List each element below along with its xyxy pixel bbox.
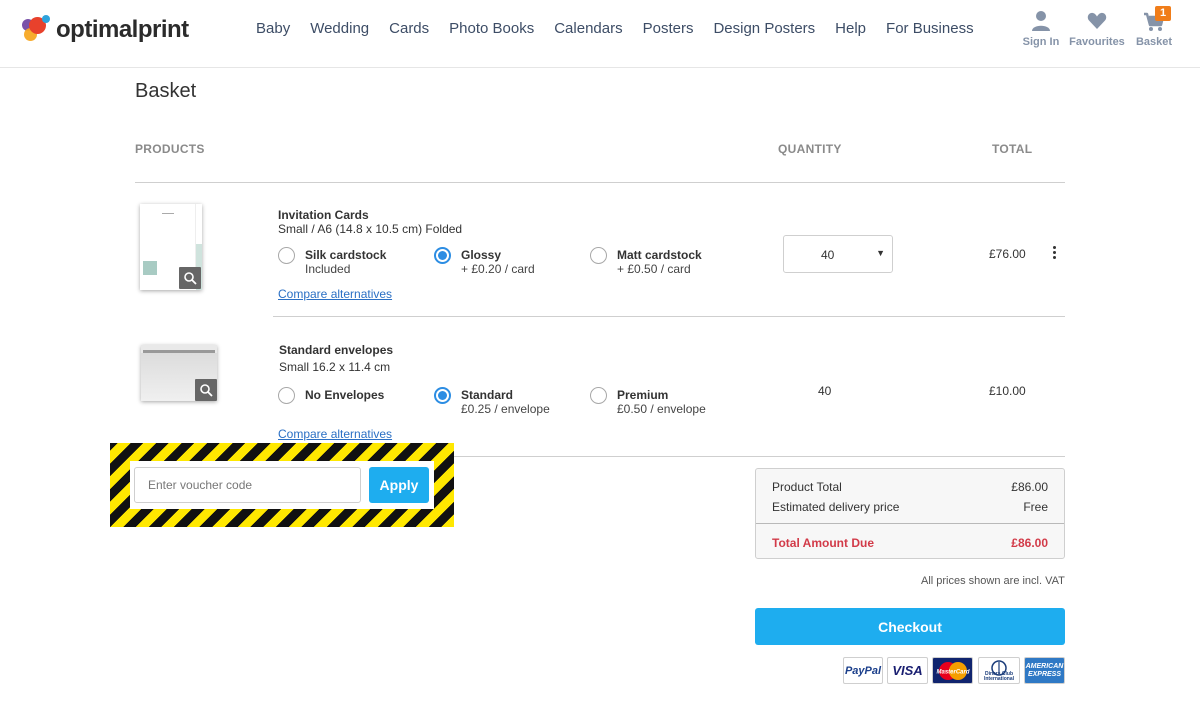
radio-button-selected[interactable] xyxy=(434,387,451,404)
summary-divider xyxy=(756,523,1064,524)
option-premium[interactable]: Premium £0.50 / envelope xyxy=(590,387,706,416)
option-label: Matt cardstock xyxy=(617,248,702,262)
page-title: Basket xyxy=(135,80,197,102)
favourites-label: Favourites xyxy=(1069,36,1125,48)
radio-button[interactable] xyxy=(590,247,607,264)
sign-in-button[interactable]: Sign In xyxy=(1022,10,1060,48)
radio-button[interactable] xyxy=(278,247,295,264)
amount-due-label: Total Amount Due xyxy=(772,536,874,550)
total-column-header: TOTAL xyxy=(992,142,1033,156)
order-summary: Product Total £86.00 Estimated delivery … xyxy=(755,468,1065,559)
radio-button-selected[interactable] xyxy=(434,247,451,264)
product-total-row: Product Total £86.00 xyxy=(772,480,1048,494)
delivery-value: Free xyxy=(1023,500,1048,514)
delivery-row: Estimated delivery price Free xyxy=(772,500,1048,514)
header-divider xyxy=(135,182,1065,183)
quantity-value: 40 xyxy=(821,248,835,262)
amount-due-value: £86.00 xyxy=(1011,536,1048,550)
option-price: + £0.50 / card xyxy=(617,262,691,276)
product-total-value: £86.00 xyxy=(1011,480,1048,494)
item-total: £10.00 xyxy=(989,384,1026,398)
mastercard-label: MasterCard xyxy=(936,669,969,675)
radio-button[interactable] xyxy=(278,387,295,404)
basket-label: Basket xyxy=(1135,36,1173,48)
option-glossy[interactable]: Glossy + £0.20 / card xyxy=(434,247,535,276)
option-silk-cardstock[interactable]: Silk cardstock Included xyxy=(278,247,387,276)
main-nav: Baby Wedding Cards Photo Books Calendars… xyxy=(256,20,994,37)
nav-help[interactable]: Help xyxy=(835,20,866,37)
zoom-icon[interactable] xyxy=(195,379,217,401)
item-name: Invitation Cards xyxy=(278,208,369,222)
option-label: No Envelopes xyxy=(305,388,385,402)
more-options-icon[interactable] xyxy=(1049,246,1059,261)
item-name: Standard envelopes xyxy=(279,343,394,357)
option-no-envelopes[interactable]: No Envelopes xyxy=(278,387,385,404)
dropdown-arrow-icon: ▼ xyxy=(876,248,885,258)
quantity-value: 40 xyxy=(818,384,832,398)
mastercard-circles-icon: MasterCard xyxy=(936,661,969,680)
voucher-form: Apply xyxy=(130,461,434,509)
item-spec: Small 16.2 x 11.4 cm xyxy=(279,360,391,374)
option-label: Standard xyxy=(461,388,514,402)
basket-button[interactable]: 1 Basket xyxy=(1134,6,1174,48)
logo-text: optimalprint xyxy=(56,16,189,43)
quantity-column-header: QUANTITY xyxy=(778,142,842,156)
nav-baby[interactable]: Baby xyxy=(256,20,290,37)
diners-club-logo-icon: Diners Club International xyxy=(978,657,1020,684)
nav-posters[interactable]: Posters xyxy=(643,20,694,37)
amount-due-row: Total Amount Due £86.00 xyxy=(772,536,1048,550)
checkout-button[interactable]: Checkout xyxy=(755,608,1065,645)
amex-logo-icon: AMERICAN EXPRESS xyxy=(1024,657,1065,684)
visa-label: VISA xyxy=(892,663,923,678)
option-label: Glossy xyxy=(461,248,502,262)
amex-label: AMERICAN EXPRESS xyxy=(1025,662,1064,678)
envelope-thumbnail[interactable] xyxy=(141,345,217,401)
nav-for-business[interactable]: For Business xyxy=(886,20,974,37)
zoom-icon[interactable] xyxy=(179,267,201,289)
apply-voucher-button[interactable]: Apply xyxy=(369,467,429,503)
voucher-code-input[interactable] xyxy=(134,467,361,503)
products-column-header: PRODUCTS xyxy=(135,142,205,156)
option-label: Premium xyxy=(617,388,669,402)
compare-alternatives-link[interactable]: Compare alternatives xyxy=(278,427,392,441)
item-divider xyxy=(273,316,1065,317)
voucher-highlight-frame: Apply xyxy=(110,443,454,527)
site-header: optimalprint Baby Wedding Cards Photo Bo… xyxy=(0,0,1200,68)
basket-count-badge: 1 xyxy=(1155,6,1171,21)
paypal-label: PayPal xyxy=(844,664,882,677)
quantity-select[interactable]: 40 ▼ xyxy=(783,235,893,273)
nav-wedding[interactable]: Wedding xyxy=(310,20,369,37)
option-price: Included xyxy=(305,262,351,276)
option-label: Silk cardstock xyxy=(305,248,387,262)
option-matt-cardstock[interactable]: Matt cardstock + £0.50 / card xyxy=(590,247,702,276)
option-price: £0.25 / envelope xyxy=(461,402,550,416)
nav-design-posters[interactable]: Design Posters xyxy=(713,20,815,37)
nav-photo-books[interactable]: Photo Books xyxy=(449,20,534,37)
product-total-label: Product Total xyxy=(772,480,842,494)
nav-cards[interactable]: Cards xyxy=(389,20,429,37)
option-price: + £0.20 / card xyxy=(461,262,535,276)
radio-button[interactable] xyxy=(590,387,607,404)
mastercard-logo-icon: MasterCard xyxy=(932,657,973,684)
item-spec: Small / A6 (14.8 x 10.5 cm) Folded xyxy=(278,222,463,236)
nav-calendars[interactable]: Calendars xyxy=(554,20,622,37)
heart-icon xyxy=(1087,12,1107,29)
logo-mark-icon xyxy=(22,15,52,45)
invitation-card-thumbnail[interactable] xyxy=(140,204,202,290)
compare-alternatives-link[interactable]: Compare alternatives xyxy=(278,287,392,301)
sign-in-label: Sign In xyxy=(1022,36,1060,48)
paypal-logo-icon: PayPal xyxy=(843,657,883,684)
option-price: £0.50 / envelope xyxy=(617,402,706,416)
delivery-label: Estimated delivery price xyxy=(772,500,900,514)
vat-note: All prices shown are incl. VAT xyxy=(921,575,1065,587)
optimalprint-logo[interactable]: optimalprint xyxy=(22,15,189,45)
diners-label: Diners Club International xyxy=(983,671,1014,682)
favourites-button[interactable]: Favourites xyxy=(1068,10,1126,48)
item-total: £76.00 xyxy=(989,247,1026,261)
option-standard[interactable]: Standard £0.25 / envelope xyxy=(434,387,550,416)
user-icon xyxy=(1032,11,1050,31)
visa-logo-icon: VISA xyxy=(887,657,928,684)
